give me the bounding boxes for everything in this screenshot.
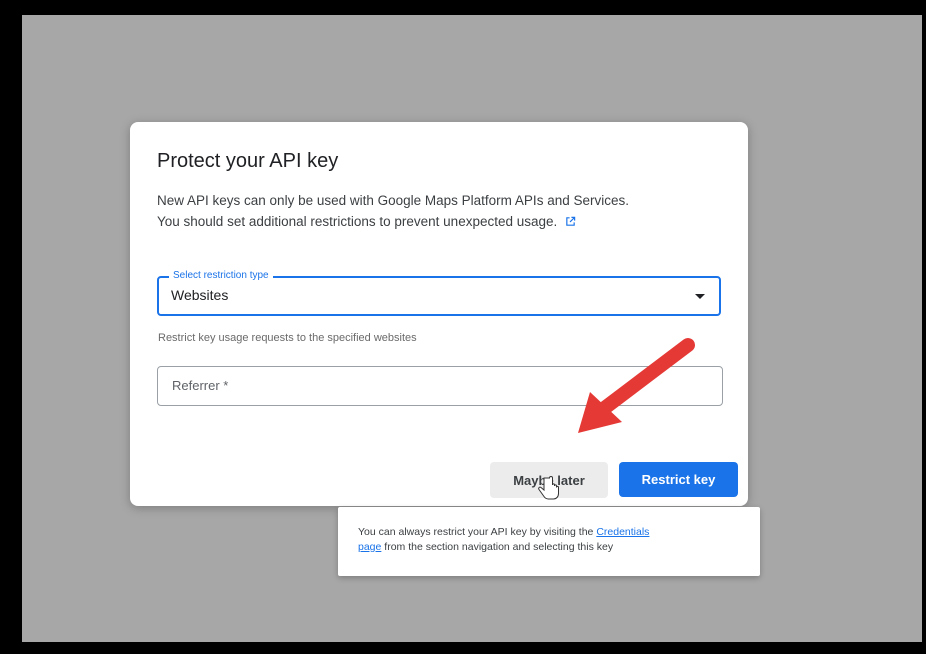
tooltip-text: You can always restrict your API key by … <box>358 525 738 555</box>
restrict-later-tooltip: You can always restrict your API key by … <box>338 507 760 576</box>
helper-text: Restrict key usage requests to the speci… <box>158 332 417 344</box>
hand-cursor-icon <box>538 476 559 500</box>
protect-api-key-dialog: Protect your API key New API keys can on… <box>130 122 748 506</box>
external-link-icon[interactable] <box>565 212 576 233</box>
description-line-1: New API keys can only be used with Googl… <box>157 193 629 208</box>
dialog-title: Protect your API key <box>157 150 339 172</box>
restrict-key-button[interactable]: Restrict key <box>619 462 738 497</box>
restriction-type-value: Websites <box>171 287 229 303</box>
credentials-link-part2: page <box>358 541 382 553</box>
description-line-2: You should set additional restrictions t… <box>157 214 558 229</box>
restriction-type-select[interactable]: Select restriction type Websites <box>157 270 721 316</box>
dropdown-arrow-icon[interactable] <box>695 294 705 299</box>
referrer-placeholder: Referrer * <box>172 378 229 393</box>
dialog-description: New API keys can only be used with Googl… <box>157 190 727 233</box>
restriction-type-label: Select restriction type <box>169 270 273 281</box>
tooltip-text-after: from the section navigation and selectin… <box>384 541 614 553</box>
credentials-link-part1: Credentials <box>596 526 650 538</box>
annotation-arrow-icon <box>578 338 695 433</box>
tooltip-text-before: You can always restrict your API key by … <box>358 526 594 538</box>
